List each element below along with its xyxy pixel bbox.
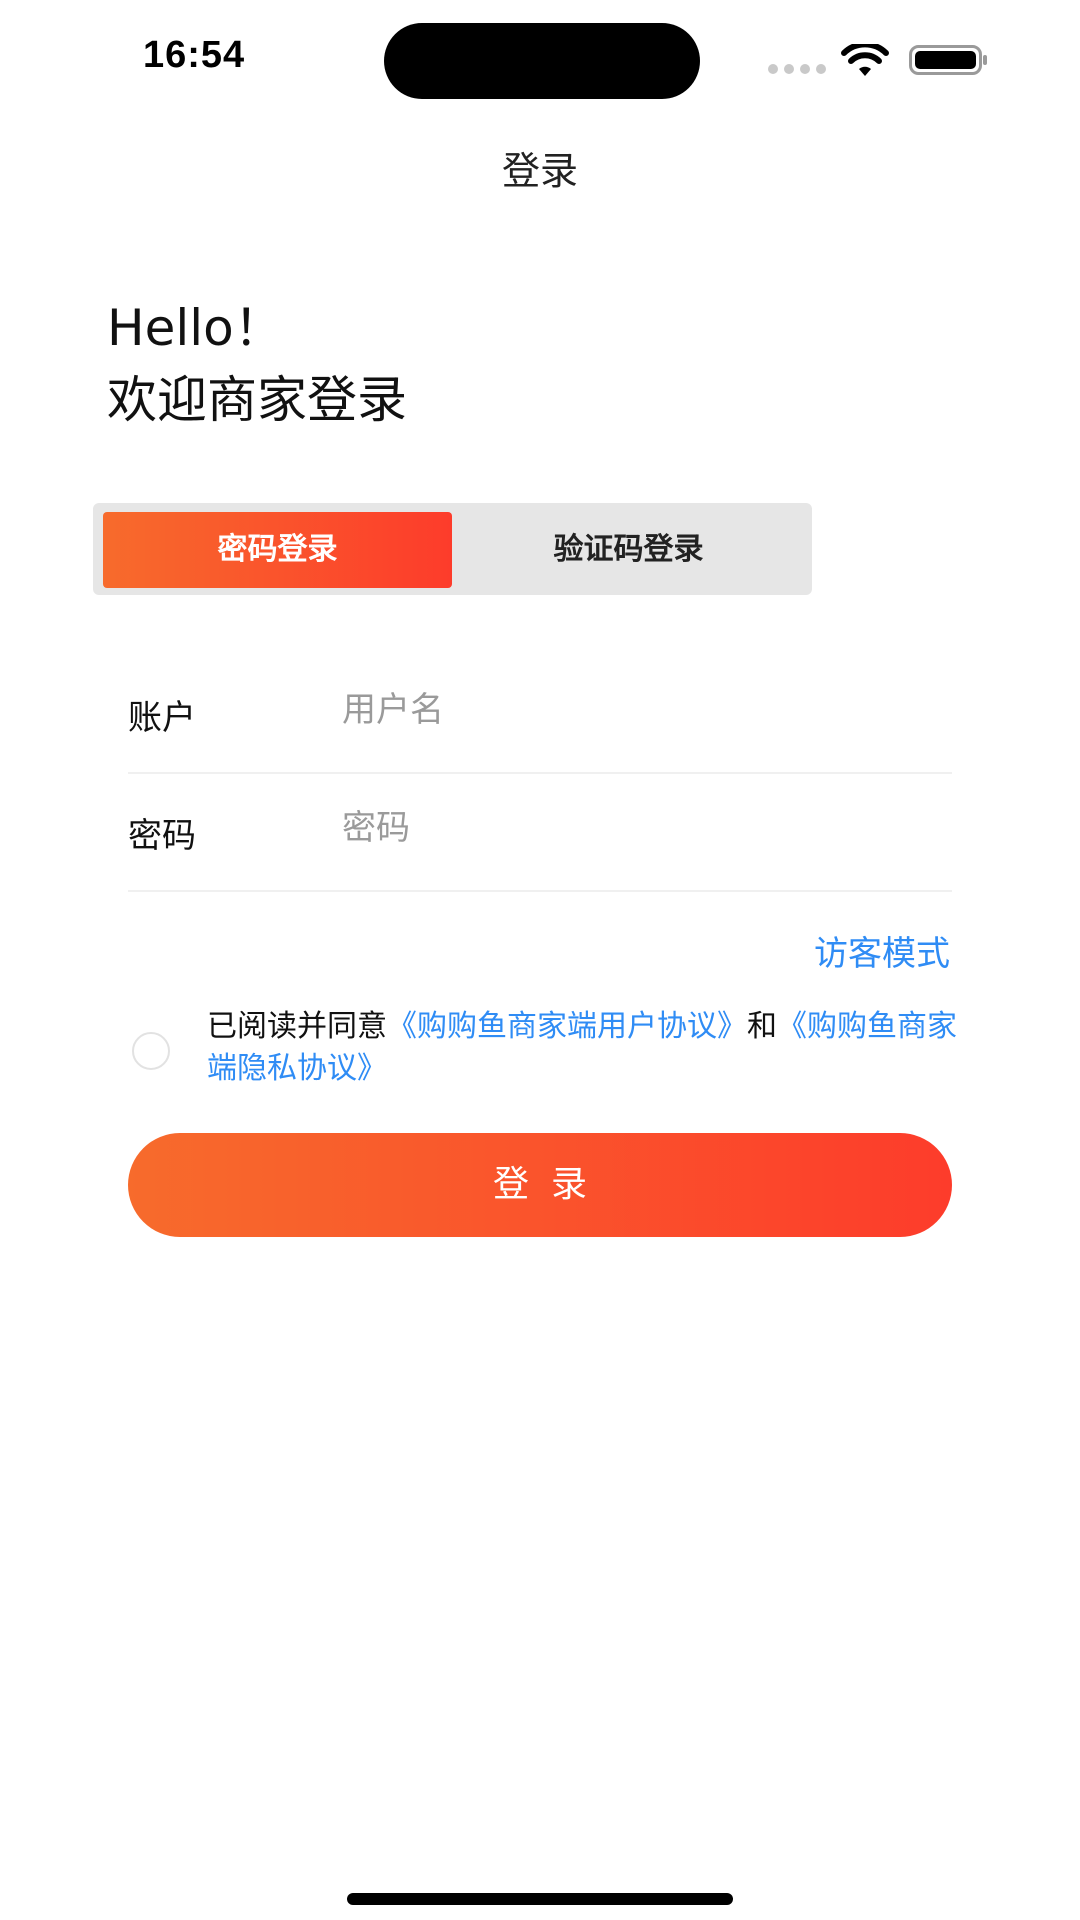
tab-code-login[interactable]: 验证码登录: [454, 512, 803, 588]
agreement-prefix: 已阅读并同意: [207, 1009, 387, 1044]
cellular-signal-icon: [768, 64, 826, 74]
password-input[interactable]: [342, 798, 942, 858]
username-input[interactable]: [342, 680, 942, 740]
agreement-text: 已阅读并同意《购购鱼商家端用户协议》和《购购鱼商家端隐私协议》: [207, 1006, 957, 1090]
login-mode-tabs: 密码登录 验证码登录: [93, 503, 812, 595]
battery-full-icon: [909, 45, 987, 75]
home-indicator: [347, 1893, 733, 1905]
dynamic-island: [384, 23, 700, 99]
greeting-hello: Hello！: [107, 299, 284, 357]
account-label: 账户: [128, 698, 196, 738]
user-agreement-link[interactable]: 《购购鱼商家端用户协议》: [387, 1009, 747, 1044]
account-row: 账户: [128, 654, 952, 774]
agreement-checkbox[interactable]: [132, 1032, 170, 1070]
wifi-icon: [841, 44, 889, 76]
login-button[interactable]: 登录: [128, 1133, 952, 1237]
password-row: 密码: [128, 772, 952, 892]
guest-mode-link[interactable]: 访客模式: [814, 926, 950, 975]
status-time: 16:54: [143, 34, 246, 76]
page-title: 登录: [501, 149, 578, 193]
tab-password-login[interactable]: 密码登录: [103, 512, 452, 588]
agreement-conjunction: 和: [747, 1009, 777, 1044]
status-bar: 16:54: [0, 0, 1080, 120]
greeting: Hello！ 欢迎商家登录: [107, 292, 407, 436]
password-label: 密码: [128, 816, 196, 856]
greeting-welcome: 欢迎商家登录: [107, 371, 407, 429]
